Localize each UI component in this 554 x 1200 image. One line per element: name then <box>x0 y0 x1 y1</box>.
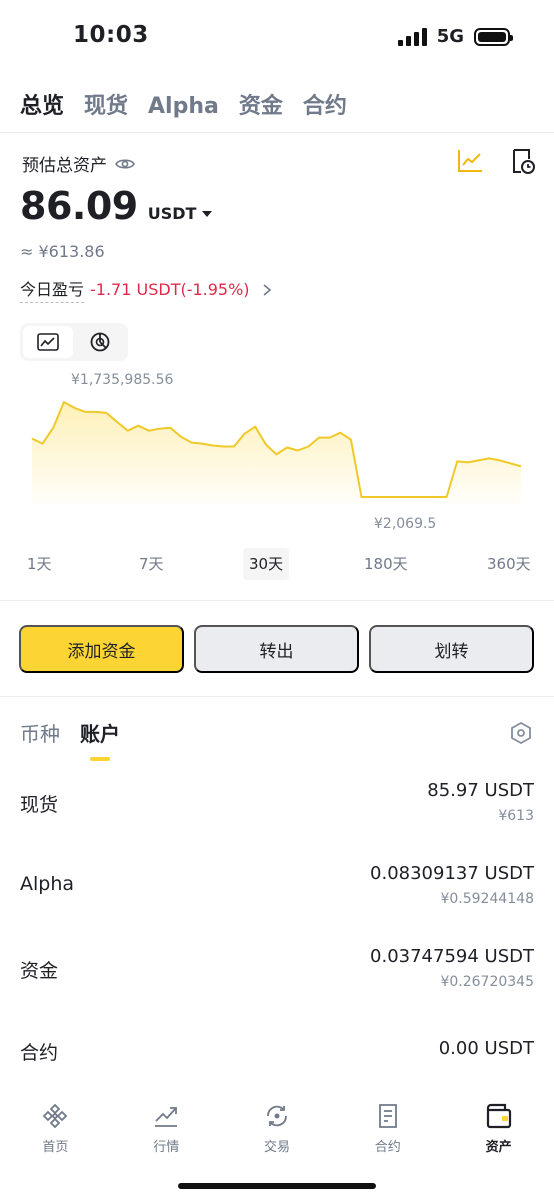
status-indicators: 5G <box>397 26 513 47</box>
account-amount: 0.03747594 USDT <box>370 946 534 967</box>
range-180d[interactable]: 180天 <box>358 548 414 580</box>
summary-label-text: 预估总资产 <box>22 156 107 176</box>
history-record-icon[interactable] <box>508 147 536 175</box>
asset-chart <box>31 401 522 505</box>
account-row-spot[interactable]: 现货 85.97 USDT ¥613 <box>0 772 554 842</box>
line-mode-button[interactable] <box>23 326 73 358</box>
tab-coins[interactable]: 币种 <box>20 718 60 747</box>
tab-accounts[interactable]: 账户 <box>80 718 120 761</box>
account-row-futures[interactable]: 合约 0.00 USDT <box>0 1020 554 1090</box>
divider <box>0 600 554 601</box>
account-cny: ¥613 <box>498 808 534 824</box>
network-label: 5G <box>436 26 464 47</box>
nav-label: 首页 <box>42 1140 69 1155</box>
nav-trade[interactable]: 交易 <box>222 1088 333 1168</box>
chart-mode-switch <box>20 323 128 361</box>
chart-min-label: ¥2,069.5 <box>374 516 437 532</box>
account-name: Alpha <box>20 873 75 895</box>
account-row-alpha[interactable]: Alpha 0.08309137 USDT ¥0.59244148 <box>0 855 554 925</box>
account-name: 现货 <box>20 794 59 816</box>
battery-icon <box>474 27 513 46</box>
account-row-funding[interactable]: 资金 0.03747594 USDT ¥0.26720345 <box>0 938 554 1008</box>
balance-row: 86.09 USDT <box>20 184 213 228</box>
chevron-right-icon <box>263 283 271 296</box>
top-tabs: 总览 现货 Alpha 资金 合约 <box>20 88 347 120</box>
account-amount: 85.97 USDT <box>427 780 534 801</box>
nav-label: 合约 <box>374 1140 401 1155</box>
nav-home[interactable]: 首页 <box>0 1088 111 1168</box>
account-amount: 0.00 USDT <box>438 1038 534 1059</box>
time-range-selector: 1天 7天 30天 180天 360天 <box>0 548 554 580</box>
nav-markets[interactable]: 行情 <box>111 1088 222 1168</box>
nav-futures[interactable]: 合约 <box>332 1088 443 1168</box>
range-7d[interactable]: 7天 <box>133 548 170 580</box>
tab-alpha[interactable]: Alpha <box>148 94 219 119</box>
caret-down-icon <box>202 210 213 217</box>
nav-label: 行情 <box>153 1140 180 1155</box>
cny-equivalent: ≈ ¥613.86 <box>20 242 105 261</box>
total-balance: 86.09 <box>20 184 138 228</box>
account-cny: ¥0.59244148 <box>440 891 534 907</box>
account-name: 资金 <box>20 960 59 982</box>
today-pnl[interactable]: 今日盈亏 -1.71 USDT(-1.95%) <box>20 276 272 303</box>
range-30d[interactable]: 30天 <box>243 548 290 580</box>
status-time: 10:03 <box>73 22 149 48</box>
bottom-nav: 首页 行情 交易 合约 资产 <box>0 1088 554 1168</box>
account-amount: 0.08309137 USDT <box>370 863 534 884</box>
range-1d[interactable]: 1天 <box>21 548 58 580</box>
trade-swap-icon <box>267 1105 287 1127</box>
estimated-total-label: 预估总资产 <box>22 151 135 176</box>
currency-selector[interactable]: USDT <box>148 204 213 223</box>
nav-label: 交易 <box>263 1140 290 1155</box>
pie-mode-button[interactable] <box>76 326 126 358</box>
tab-funding[interactable]: 资金 <box>239 88 283 120</box>
tab-spot[interactable]: 现货 <box>84 88 128 120</box>
transfer-button[interactable]: 划转 <box>369 625 534 673</box>
currency-label: USDT <box>147 204 197 223</box>
account-cny: ¥0.26720345 <box>440 974 534 990</box>
pnl-value: -1.71 USDT(-1.95%) <box>90 280 250 299</box>
signal-icon <box>397 27 427 46</box>
sub-tabs: 币种 账户 <box>20 718 120 761</box>
status-bar: 10:03 5G <box>0 0 554 72</box>
divider <box>0 696 554 697</box>
wallet-icon <box>486 1103 511 1129</box>
line-mode-icon <box>36 333 59 351</box>
pnl-label: 今日盈亏 <box>20 276 85 303</box>
settings-hex-icon[interactable] <box>509 721 533 745</box>
add-funds-button[interactable]: 添加资金 <box>19 625 184 673</box>
range-360d[interactable]: 360天 <box>481 548 537 580</box>
line-chart-icon[interactable] <box>456 147 484 175</box>
nav-assets[interactable]: 资产 <box>443 1088 554 1168</box>
nav-label: 资产 <box>485 1140 512 1155</box>
account-name: 合约 <box>20 1042 59 1064</box>
binance-logo-icon <box>43 1103 68 1129</box>
withdraw-button[interactable]: 转出 <box>194 625 359 673</box>
trend-chart-icon <box>155 1107 178 1127</box>
tab-overview[interactable]: 总览 <box>20 88 64 120</box>
eye-icon[interactable] <box>115 157 135 171</box>
tab-futures[interactable]: 合约 <box>303 88 347 120</box>
futures-doc-icon <box>378 1104 397 1128</box>
home-indicator <box>178 1183 376 1189</box>
divider <box>0 132 554 133</box>
pie-chart-icon <box>90 332 110 352</box>
